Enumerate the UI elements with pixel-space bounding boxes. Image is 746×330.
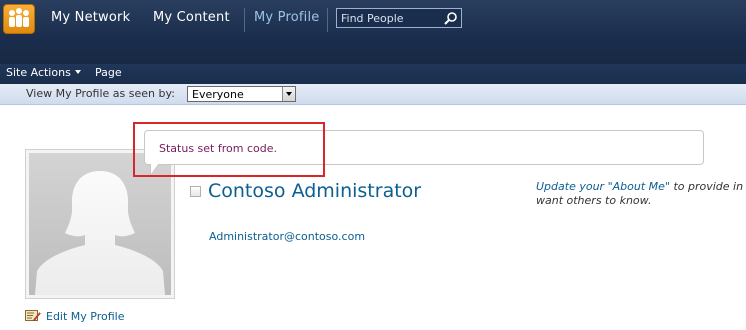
find-people-input[interactable] xyxy=(337,9,445,27)
chevron-down-icon xyxy=(74,70,81,74)
edit-my-profile-link[interactable]: Edit My Profile xyxy=(25,305,125,323)
find-people-search xyxy=(336,8,462,28)
search-icon[interactable] xyxy=(443,11,459,27)
update-about-me-link[interactable]: Update your "About Me" xyxy=(536,180,670,193)
dropdown-arrow-icon[interactable] xyxy=(282,87,295,101)
ribbon-tab-page[interactable]: Page xyxy=(95,66,122,79)
nav-my-network[interactable]: My Network xyxy=(51,10,130,25)
view-as-label: View My Profile as seen by: xyxy=(26,87,175,100)
about-me-prompt-line2: want others to know. xyxy=(536,194,652,207)
people-icon xyxy=(9,8,29,27)
presence-status-icon[interactable] xyxy=(190,186,201,197)
nav-separator xyxy=(244,8,245,32)
edit-profile-icon xyxy=(25,310,41,321)
view-as-bar: View My Profile as seen by: Everyone xyxy=(0,84,746,105)
nav-my-content[interactable]: My Content xyxy=(153,10,230,25)
edit-my-profile-label: Edit My Profile xyxy=(46,310,125,323)
about-me-prompt: Update your "About Me" to provide in wan… xyxy=(536,180,746,208)
nav-separator xyxy=(327,8,328,32)
profile-email-link[interactable]: Administrator@contoso.com xyxy=(209,230,365,243)
sharepoint-logo-icon[interactable] xyxy=(3,4,35,34)
top-navigation-bar: My Network My Content My Profile xyxy=(0,0,746,64)
nav-my-profile[interactable]: My Profile xyxy=(254,10,319,25)
site-actions-label: Site Actions xyxy=(6,66,71,79)
view-as-select[interactable]: Everyone xyxy=(187,86,296,102)
site-actions-menu[interactable]: Site Actions xyxy=(6,66,81,79)
view-as-selected-value: Everyone xyxy=(192,88,244,101)
ribbon-bar: Site Actions Page xyxy=(0,64,746,84)
about-me-prompt-text: to provide in xyxy=(669,180,744,193)
highlight-annotation-box xyxy=(133,122,325,177)
profile-name: Contoso Administrator xyxy=(208,180,422,202)
